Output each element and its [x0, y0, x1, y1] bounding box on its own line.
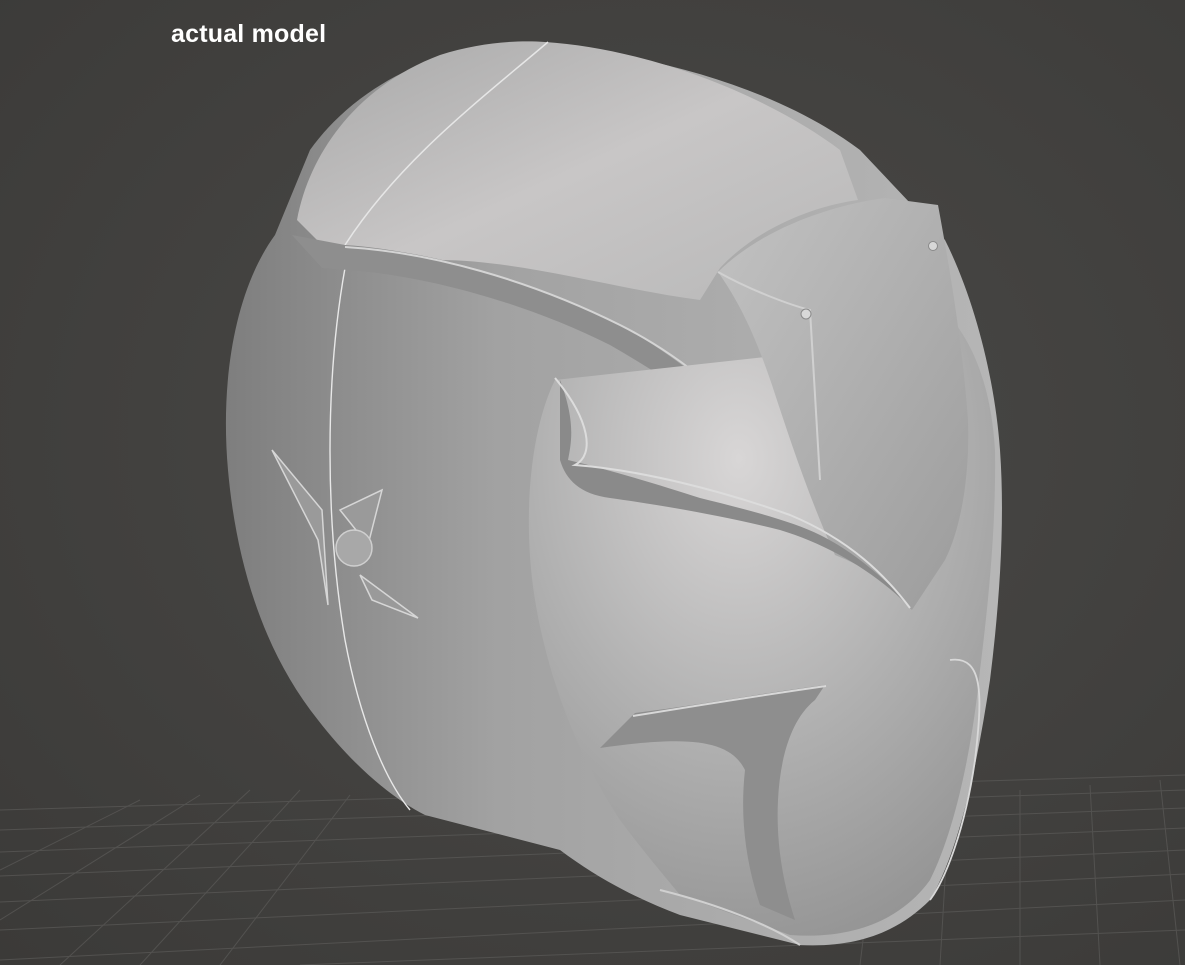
caption-label: actual model — [171, 20, 327, 48]
helmet-model[interactable] — [225, 41, 1002, 946]
visor-rivet-left — [800, 308, 812, 320]
3d-viewport[interactable]: actual model — [0, 0, 1185, 965]
visor-rivet-right — [928, 241, 938, 251]
scene-canvas[interactable] — [0, 0, 1185, 965]
